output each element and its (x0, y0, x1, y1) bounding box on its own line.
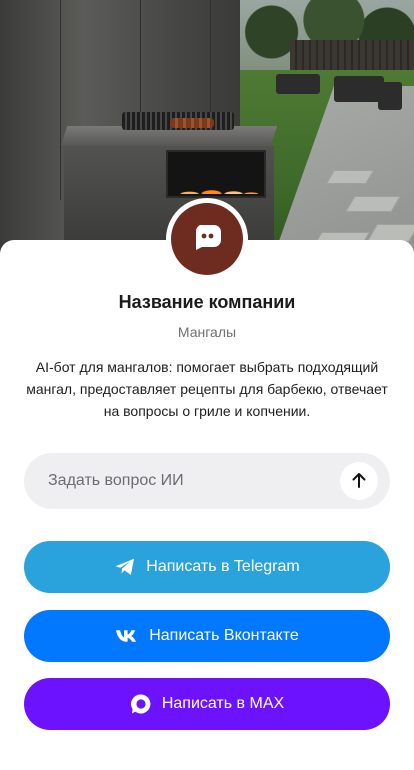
send-button[interactable] (340, 462, 378, 500)
ask-ai-field (24, 453, 390, 509)
chat-bot-icon (192, 223, 222, 256)
company-category: Мангалы (177, 324, 237, 340)
arrow-up-icon (351, 471, 367, 492)
vk-button-label: Написать Вконтакте (149, 627, 299, 644)
ask-ai-input[interactable] (24, 453, 340, 509)
telegram-icon (114, 557, 136, 577)
company-description: AI-бот для мангалов: помогает выбрать по… (26, 359, 388, 419)
avatar (166, 198, 248, 280)
telegram-button-label: Написать в Telegram (146, 558, 300, 575)
max-button[interactable]: Написать в MAX (24, 678, 390, 730)
max-icon (130, 693, 152, 715)
page: Название компании Мангалы AI-бот для ман… (0, 0, 414, 770)
max-button-label: Написать в MAX (161, 695, 285, 712)
avatar-badge (171, 203, 243, 275)
telegram-button[interactable]: Написать в Telegram (24, 541, 390, 593)
vk-button[interactable]: Написать Вконтакте (24, 610, 390, 662)
company-name: Название компании (118, 292, 296, 312)
vk-icon (115, 629, 139, 643)
